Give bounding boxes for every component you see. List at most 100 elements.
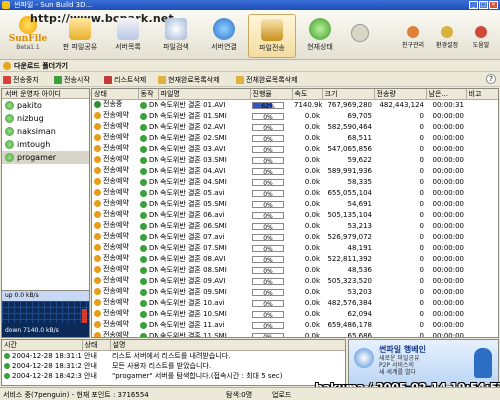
minimize-button[interactable]: _ bbox=[469, 1, 478, 9]
operator-list-header[interactable]: 서버 운영자 아이디 bbox=[2, 89, 89, 99]
transfer-row[interactable]: 전송예약 DN속도위반 결혼 05.SMI 0% 0.0k 54,691 0 00:00:0… bbox=[92, 199, 498, 210]
friends-button[interactable]: 친구관리 bbox=[396, 26, 430, 49]
column-header[interactable]: 전송량 bbox=[374, 89, 427, 100]
column-header[interactable]: 크기 bbox=[322, 89, 375, 100]
transfer-row[interactable]: 전송예약 DN속도위반 결혼 10.SMI 0% 0.0k 62,094 0 00:00:0… bbox=[92, 309, 498, 320]
delete-list-button[interactable]: 리스트삭제 bbox=[104, 74, 146, 86]
progress-cell: 0% bbox=[250, 298, 292, 309]
download-arrow-icon bbox=[140, 167, 147, 175]
transfer-row[interactable]: 전송예약 DN속도위반 결혼 08.AVI 0% 0.0k 522,811,392 0 00… bbox=[92, 254, 498, 265]
note-cell bbox=[466, 122, 498, 133]
sent-cell: 0 bbox=[419, 288, 424, 296]
progress-bar: 0% bbox=[252, 134, 284, 143]
delete-done-icon bbox=[158, 76, 166, 84]
toolbar-share-button[interactable]: 판 파일공유 bbox=[56, 14, 104, 58]
status-dot-icon bbox=[94, 167, 101, 174]
transfer-row[interactable]: 전송예약 DN속도위반 결혼 04.SMI 0% 0.0k 58,335 0 00:00:0… bbox=[92, 177, 498, 188]
remain-cell: 00:00:00 bbox=[432, 211, 464, 219]
progress-bar: 0% bbox=[252, 211, 284, 220]
transfer-row[interactable]: 전송예약 DN속도위반 결혼 06.SMI 0% 0.0k 53,213 0 00:00:0… bbox=[92, 221, 498, 232]
help-question-icon[interactable]: ? bbox=[486, 74, 496, 84]
operator-name: imtough bbox=[17, 140, 51, 149]
log-row[interactable]: 2004-12-28 18:31:19 안내 리스트 서버에서 리스트를 내려받… bbox=[2, 351, 345, 362]
transfer-row[interactable]: 전송중 DN속도위반 결혼 01.AVI 62% 7140.9k 767,969,280… bbox=[92, 100, 498, 112]
log-row[interactable]: 2004-12-28 18:42:39 안내 "progamer" 서버를 탐색… bbox=[2, 371, 345, 381]
log-row[interactable]: 2004-12-28 18:31:20 안내 모든 사용자 리스트를 받았습니다… bbox=[2, 361, 345, 371]
column-header[interactable]: 파일명 bbox=[158, 89, 251, 100]
transfer-row[interactable]: 전송예약 DN속도위반 결혼 02.SMI 0% 0.0k 68,511 0 00:00:0… bbox=[92, 133, 498, 144]
status-text: 전송예약 bbox=[103, 287, 129, 295]
transfer-row[interactable]: 전송예약 DN속도위반 결혼 11.SMI 0% 0.0k 65,686 0 00:00:0… bbox=[92, 331, 498, 337]
transfer-row[interactable]: 전송예약 DN속도위반 결혼 09.SMI 0% 0.0k 53,203 0 00:00:0… bbox=[92, 287, 498, 298]
log-time: 2004-12-28 18:31:20 bbox=[12, 362, 82, 370]
close-button[interactable]: × bbox=[489, 1, 498, 9]
action-cell: DN bbox=[138, 243, 158, 254]
download-arrow-icon bbox=[140, 233, 147, 241]
log-column-header[interactable]: 시간 bbox=[2, 340, 83, 351]
transfer-row[interactable]: 전송예약 DN속도위반 결혼 03.AVI 0% 0.0k 547,065,856 0 00… bbox=[92, 144, 498, 155]
toolbar-transfer-button[interactable]: 파일전송 bbox=[248, 14, 296, 58]
progress-text: 0% bbox=[263, 267, 273, 275]
status-text: 전송예약 bbox=[103, 265, 129, 273]
start-icon bbox=[54, 76, 62, 84]
status-dot-icon bbox=[94, 299, 101, 306]
operator-name: naksiman bbox=[17, 127, 56, 136]
progress-text: 0% bbox=[263, 300, 273, 308]
speed-cell: 0.0k bbox=[304, 167, 320, 175]
delete-current-done-button[interactable]: 현재완료목록삭제 bbox=[158, 74, 220, 86]
column-header[interactable]: 동작 bbox=[138, 89, 159, 100]
stop-transfer-button[interactable]: 전송중지 bbox=[3, 74, 39, 86]
settings-button[interactable]: 환경설정 bbox=[430, 26, 464, 49]
transfer-row[interactable]: 전송예약 DN속도위반 결혼 07.SMI 0% 0.0k 48,191 0 00:00:0… bbox=[92, 243, 498, 254]
delete-all-done-button[interactable]: 전체완료목록삭제 bbox=[236, 74, 298, 86]
toolbar-status-button[interactable]: 현재상태 bbox=[296, 14, 344, 58]
column-header[interactable]: 진행율 bbox=[250, 89, 293, 100]
globe-icon bbox=[213, 18, 235, 40]
transfer-row[interactable]: 전송예약 DN속도위반 결혼 11.avi 0% 0.0k 659,486,178 0 00… bbox=[92, 320, 498, 331]
download-arrow-icon bbox=[140, 321, 147, 329]
log-desc: 모든 사용자 리스트를 받았습니다. bbox=[112, 362, 212, 370]
operator-item-selected[interactable]: progamer bbox=[2, 151, 89, 164]
transfer-row[interactable]: 전송예약 DN속도위반 결혼 10.avi 0% 0.0k 482,576,384 0 00… bbox=[92, 298, 498, 309]
transfer-row[interactable]: 전송예약 DN속도위반 결혼 03.SMI 0% 0.0k 59,622 0 00:00:0… bbox=[92, 155, 498, 166]
operator-item[interactable]: nizbug bbox=[2, 112, 89, 125]
transfer-row[interactable]: 전송예약 DN속도위반 결혼 02.AVI 0% 0.0k 582,590,464 0 00… bbox=[92, 122, 498, 133]
toolbar-search-button[interactable]: 파일검색 bbox=[152, 14, 200, 58]
log-column-header[interactable]: 설명 bbox=[110, 340, 345, 351]
transfer-row[interactable]: 전송예약 DN속도위반 결혼 07.avi 0% 0.0k 526,979,072 0 00… bbox=[92, 232, 498, 243]
transfer-row[interactable]: 전송예약 DN속도위반 결혼 04.AVI 0% 0.0k 589,991,936 0 00… bbox=[92, 166, 498, 177]
maximize-button[interactable]: □ bbox=[479, 1, 488, 9]
transfer-row[interactable]: 전송예약 DN속도위반 결혼 06.avi 0% 0.0k 505,135,104 0 00… bbox=[92, 210, 498, 221]
remain-cell: 00:00:00 bbox=[432, 299, 464, 307]
status-dot-icon bbox=[94, 255, 101, 262]
toolbar-server-list-button[interactable]: 서버목록 bbox=[104, 14, 152, 58]
operator-item[interactable]: naksiman bbox=[2, 125, 89, 138]
status-dot-icon bbox=[94, 277, 101, 284]
transfer-row[interactable]: 전송예약 DN속도위반 결혼 08.SMI 0% 0.0k 48,536 0 00:00:0… bbox=[92, 265, 498, 276]
download-folder-bar[interactable]: 다운로드 폴더가기 bbox=[0, 60, 500, 72]
start-transfer-button[interactable]: 전송시작 bbox=[54, 74, 90, 86]
progress-cell: 0% bbox=[250, 199, 292, 210]
toolbar-connect-button[interactable]: 서버연결 bbox=[200, 14, 248, 58]
status-cell: 전송예약 bbox=[92, 309, 138, 320]
status-text: 전송예약 bbox=[103, 254, 129, 262]
operator-item[interactable]: imtough bbox=[2, 138, 89, 151]
download-folder-link[interactable]: 다운로드 폴더가기 bbox=[14, 61, 68, 71]
column-header[interactable]: 남은... bbox=[426, 89, 467, 100]
help-button[interactable]: 도움말 bbox=[464, 26, 498, 49]
log-column-header[interactable]: 상태 bbox=[82, 340, 111, 351]
transfer-row[interactable]: 전송예약 DN속도위반 결혼 05.avi 0% 0.0k 655,055,104 0 00… bbox=[92, 188, 498, 199]
column-header[interactable]: 상태 bbox=[92, 89, 139, 100]
note-cell bbox=[466, 287, 498, 298]
action-cell: DN bbox=[138, 320, 158, 331]
ad-banner[interactable]: 썬파일 행베인 새로운 파일공유 P2P 서비스의 새 세계를 열다 bbox=[348, 339, 499, 386]
sent-cell: 0 bbox=[419, 189, 424, 197]
transfer-row[interactable]: 전송예약 DN속도위반 결혼 09.AVI 0% 0.0k 505,323,520 0 00… bbox=[92, 276, 498, 287]
toolbar-stop-button[interactable] bbox=[348, 14, 372, 58]
file-name: 속도위반 결혼 04.AVI bbox=[160, 167, 226, 175]
progress-bar: 0% bbox=[252, 332, 284, 337]
column-header[interactable]: 비고 bbox=[466, 89, 498, 100]
transfer-row[interactable]: 전송예약 DN속도위반 결혼 01.SMI 0% 0.0k 69,705 0 00:00:0… bbox=[92, 111, 498, 122]
column-header[interactable]: 속도 bbox=[292, 89, 323, 100]
operator-item[interactable]: pakito bbox=[2, 99, 89, 112]
